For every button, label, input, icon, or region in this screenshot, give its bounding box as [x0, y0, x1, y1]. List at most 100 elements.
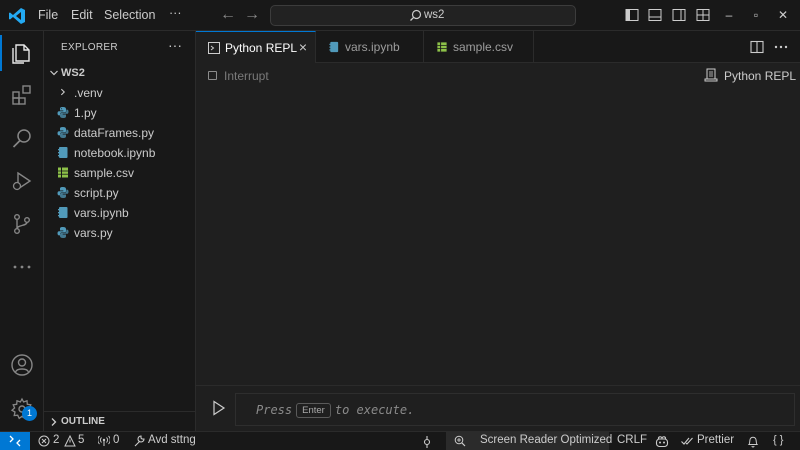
- file-item-vars-py[interactable]: vars.py: [44, 223, 196, 243]
- more-views-icon[interactable]: [8, 253, 36, 281]
- prettier-label: Prettier: [697, 434, 735, 446]
- file-label: dataFrames.py: [74, 126, 155, 140]
- workspace-folder[interactable]: WS2: [44, 65, 196, 83]
- menu-edit[interactable]: Edit: [71, 8, 93, 22]
- python-file-icon: [57, 187, 69, 198]
- avd-indicator[interactable]: Avd sttng: [133, 434, 199, 449]
- search-text: ws2: [424, 9, 445, 21]
- wrench-icon: [134, 435, 145, 447]
- double-check-icon: [681, 437, 693, 445]
- kernel-icon: [704, 68, 718, 82]
- file-label: vars.py: [74, 226, 113, 240]
- vscode-logo-icon: [9, 8, 25, 24]
- menu-file[interactable]: File: [38, 8, 58, 22]
- minimize-icon[interactable]: –: [718, 4, 740, 26]
- toggle-secondary-sidebar-icon[interactable]: [672, 8, 686, 22]
- broadcast-icon: [98, 435, 110, 446]
- file-item-sample-csv[interactable]: sample.csv: [44, 163, 196, 183]
- back-arrow-icon[interactable]: ←: [220, 6, 236, 24]
- git-commit-icon[interactable]: [421, 436, 433, 448]
- kernel-picker[interactable]: Python REPL: [704, 68, 796, 84]
- remote-indicator[interactable]: [0, 432, 30, 450]
- csv-file-icon: [437, 42, 447, 52]
- menu-more[interactable]: ···: [169, 6, 182, 20]
- status-bar: 2 5 0 Avd sttng Screen Reader Optimized …: [0, 431, 800, 450]
- file-item-script-py[interactable]: script.py: [44, 183, 196, 203]
- file-item-1-py[interactable]: 1.py: [44, 103, 196, 123]
- forward-arrow-icon[interactable]: →: [244, 6, 260, 24]
- ports-indicator[interactable]: 0: [98, 434, 122, 449]
- file-item-notebook-ipynb[interactable]: notebook.ipynb: [44, 143, 196, 163]
- file-label: notebook.ipynb: [74, 146, 156, 160]
- ports-count: 0: [113, 434, 120, 446]
- repl-input-area: Press Enter to execute.: [196, 385, 800, 431]
- folder-name: WS2: [61, 67, 85, 79]
- error-count: 2: [53, 434, 60, 446]
- accounts-icon[interactable]: [8, 351, 36, 379]
- avd-label: Avd sttng: [148, 434, 196, 446]
- notebook-file-icon: [58, 207, 68, 218]
- file-item-vars-ipynb[interactable]: vars.ipynb: [44, 203, 196, 223]
- python-file-icon: [57, 127, 69, 138]
- outline-section[interactable]: OUTLINE: [44, 411, 196, 431]
- prettier-indicator[interactable]: Prettier: [681, 434, 737, 449]
- maximize-icon[interactable]: ▫: [745, 4, 767, 26]
- activity-bar: [0, 31, 44, 431]
- explorer-more-actions-icon[interactable]: ···: [168, 37, 182, 53]
- source-control-icon[interactable]: [8, 210, 36, 238]
- explorer-title: EXPLORER: [61, 42, 118, 53]
- file-label: script.py: [74, 186, 119, 200]
- repl-editor: Interrupt Python REPL: [196, 63, 800, 385]
- notebook-file-icon: [58, 147, 68, 158]
- run-debug-icon[interactable]: [8, 167, 36, 195]
- screen-reader-indicator[interactable]: Screen Reader Optimized: [446, 432, 613, 450]
- screen-reader-label: Screen Reader Optimized: [480, 434, 613, 446]
- close-window-icon[interactable]: ✕: [772, 4, 794, 26]
- file-item-dataframes-py[interactable]: dataFrames.py: [44, 123, 196, 143]
- hint-execute: to execute.: [334, 403, 415, 417]
- tab-python-repl[interactable]: Python REPL ×: [196, 31, 316, 64]
- hint-press: Press: [256, 403, 293, 417]
- tab-label: Python REPL: [225, 41, 298, 55]
- outline-label: OUTLINE: [61, 416, 105, 427]
- file-label: .venv: [74, 86, 103, 100]
- toggle-sidebar-icon[interactable]: [625, 8, 639, 22]
- file-label: vars.ipynb: [74, 206, 129, 220]
- warning-count: 5: [78, 434, 85, 446]
- input-hint: Press Enter to execute.: [256, 403, 414, 418]
- toggle-panel-icon[interactable]: [648, 8, 662, 22]
- remote-icon: [9, 435, 21, 447]
- split-editor-icon[interactable]: [749, 39, 765, 55]
- copilot-icon[interactable]: [655, 435, 669, 448]
- stop-icon: [208, 71, 217, 80]
- command-center-search[interactable]: ws2: [270, 5, 576, 26]
- file-label: sample.csv: [74, 166, 135, 180]
- tab-vars-ipynb[interactable]: vars.ipynb: [316, 31, 424, 63]
- editor-tab-bar: Python REPL × vars.ipynb sample.csv: [196, 31, 800, 64]
- python-file-icon: [57, 107, 69, 118]
- notebook-file-icon: [329, 41, 339, 53]
- title-bar: File Edit Selection ··· ← → ws2 – ▫ ✕: [0, 0, 800, 31]
- eol-indicator[interactable]: CRLF: [617, 434, 647, 449]
- zoom-icon: [454, 435, 466, 447]
- notifications-bell-icon[interactable]: [747, 435, 759, 448]
- problems-indicator[interactable]: 2 5: [38, 434, 86, 449]
- tab-sample-csv[interactable]: sample.csv: [424, 31, 534, 63]
- chevron-right-icon: [60, 88, 66, 96]
- search-view-icon[interactable]: [8, 124, 36, 152]
- explorer-icon[interactable]: [0, 35, 36, 71]
- interrupt-label: Interrupt: [224, 69, 269, 83]
- more-actions-icon[interactable]: [773, 39, 789, 55]
- close-tab-icon[interactable]: ×: [296, 40, 310, 54]
- error-icon: [38, 435, 50, 447]
- chevron-down-icon: [50, 70, 58, 76]
- language-mode-icon[interactable]: { }: [773, 434, 783, 449]
- chevron-right-icon: [51, 418, 57, 426]
- file-item-venv[interactable]: .venv: [44, 83, 196, 103]
- customize-layout-icon[interactable]: [696, 8, 710, 22]
- menu-selection[interactable]: Selection: [104, 8, 155, 22]
- warning-icon: [64, 435, 76, 447]
- run-icon[interactable]: [212, 400, 226, 416]
- repl-input[interactable]: Press Enter to execute.: [235, 393, 795, 426]
- extensions-icon[interactable]: [8, 81, 36, 109]
